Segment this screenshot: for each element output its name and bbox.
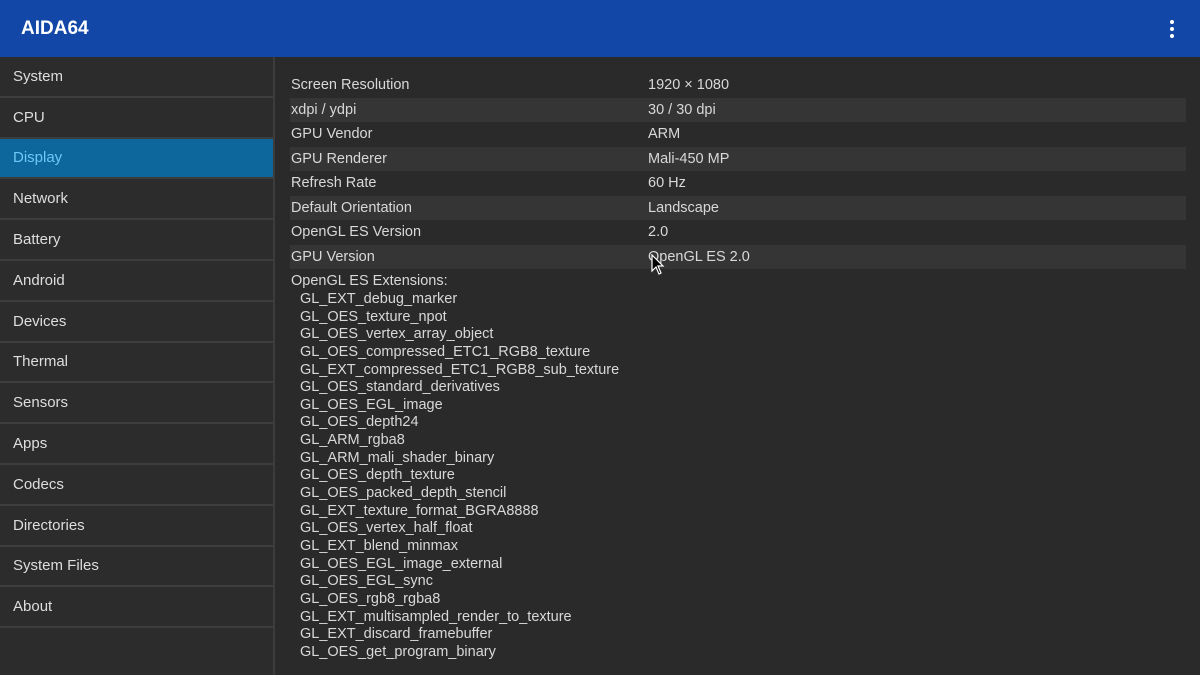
sidebar-item-system-files[interactable]: System Files — [0, 547, 273, 588]
extension-item: GL_EXT_multisampled_render_to_texture — [300, 608, 572, 625]
extension-item: GL_EXT_texture_format_BGRA8888 — [300, 502, 539, 519]
sidebar-item-devices[interactable]: Devices — [0, 302, 273, 343]
table-row: Screen Resolution 1920 × 1080 — [290, 73, 1186, 98]
extension-item: GL_EXT_debug_marker — [300, 291, 458, 307]
sidebar-item-display[interactable]: Display — [0, 138, 273, 180]
extension-item: GL_OES_EGL_image_external — [300, 555, 503, 572]
extensions-label: OpenGL ES Extensions: — [291, 272, 448, 289]
row-value: Landscape — [648, 199, 719, 216]
table-row: Refresh Rate 60 Hz — [290, 171, 1186, 196]
table-row: GPU Renderer Mali-450 MP — [290, 146, 1186, 171]
sidebar-item-about[interactable]: About — [0, 587, 273, 629]
extension-item: GL_OES_get_program_binary — [300, 643, 496, 660]
extension-item: GL_OES_depth_texture — [300, 467, 455, 484]
extension-item: GL_ARM_rgba8 — [300, 432, 405, 449]
extension-item: GL_OES_depth24 — [300, 414, 419, 431]
sidebar-item-directories[interactable]: Directories — [0, 506, 273, 547]
sidebar-item-android[interactable]: Android — [0, 261, 273, 302]
extension-item: GL_OES_packed_depth_stencil — [300, 485, 507, 502]
row-key: Screen Resolution — [291, 77, 410, 94]
app-title: AIDA64 — [21, 17, 89, 39]
row-key: OpenGL ES Version — [291, 224, 422, 241]
mouse-cursor-icon — [651, 254, 665, 275]
row-value: Mali-450 MP — [648, 150, 730, 167]
row-key: xdpi / ydpi — [291, 101, 357, 118]
extension-item: GL_OES_vertex_array_object — [300, 326, 494, 343]
sidebar-item-system[interactable]: System — [0, 57, 273, 98]
extension-item: GL_ARM_mali_shader_binary — [300, 449, 495, 466]
sidebar-item-thermal[interactable]: Thermal — [0, 343, 273, 384]
row-key: Default Orientation — [291, 199, 412, 216]
extension-item: GL_OES_rgb8_rgba8 — [300, 590, 441, 607]
row-value: ARM — [648, 126, 681, 143]
sidebar-item-apps[interactable]: Apps — [0, 424, 273, 465]
sidebar-item-codecs[interactable]: Codecs — [0, 465, 273, 506]
row-value: 1920 × 1080 — [648, 77, 730, 94]
extension-item: GL_OES_EGL_sync — [300, 573, 433, 590]
extension-item: GL_OES_vertex_half_float — [300, 520, 473, 537]
extension-item: GL_OES_compressed_ETC1_RGB8_texture — [300, 343, 591, 360]
row-key: GPU Version — [291, 248, 375, 265]
extension-item: GL_OES_texture_npot — [300, 308, 447, 325]
app-bar: AIDA64 — [0, 0, 1200, 57]
sidebar-item-battery[interactable]: Battery — [0, 220, 273, 261]
sidebar-item-sensors[interactable]: Sensors — [0, 383, 273, 425]
overflow-menu-icon[interactable] — [1162, 18, 1182, 40]
row-key: GPU Renderer — [291, 150, 387, 167]
display-panel: Screen Resolution 1920 × 1080 xdpi / ydpi 3… — [277, 57, 1200, 675]
row-key: GPU Vendor — [291, 126, 373, 143]
table-row: xdpi / ydpi 30 / 30 dpi — [290, 97, 1186, 122]
table-row: GPU Version OpenGL ES 2.0 — [290, 244, 1186, 269]
table-row: GPU Vendor ARM — [290, 122, 1186, 147]
sidebar-item-network[interactable]: Network — [0, 179, 273, 221]
table-row: OpenGL ES Version 2.0 — [290, 220, 1186, 245]
row-value: 2.0 — [648, 224, 669, 241]
extension-item: GL_OES_EGL_image — [300, 396, 443, 413]
table-row: Default Orientation Landscape — [290, 195, 1186, 220]
row-value: 30 / 30 dpi — [648, 101, 716, 118]
info-table: Screen Resolution 1920 × 1080 xdpi / ydpi 3… — [290, 73, 1186, 269]
row-key: Refresh Rate — [291, 175, 377, 192]
extensions-list: GL_EXT_debug_marker GL_OES_texture_npot GL… — [290, 291, 1186, 661]
extension-item: GL_EXT_compressed_ETC1_RGB8_sub_texture — [300, 361, 620, 378]
sidebar: System CPU Display Network Battery Android Dev… — [0, 57, 275, 675]
extension-item: GL_EXT_blend_minmax — [300, 537, 458, 554]
sidebar-item-cpu[interactable]: CPU — [0, 98, 273, 139]
extension-item: GL_EXT_discard_framebuffer — [300, 626, 493, 643]
row-value: 60 Hz — [648, 175, 686, 192]
extension-item: GL_OES_standard_derivatives — [300, 379, 500, 396]
